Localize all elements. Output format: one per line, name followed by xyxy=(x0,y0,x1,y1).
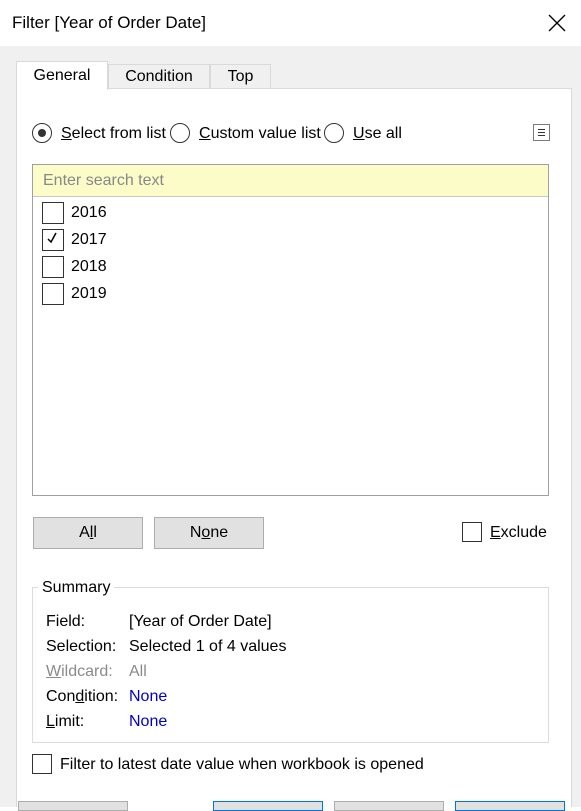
value-list[interactable]: 2016 2017 2018 2019 xyxy=(32,164,549,496)
exclude-checkbox[interactable] xyxy=(462,522,482,542)
mnemonic: E xyxy=(490,524,501,541)
window-title: Filter [Year of Order Date] xyxy=(12,13,207,32)
search-input[interactable] xyxy=(33,165,548,197)
exclude-label[interactable]: Exclude xyxy=(490,524,547,542)
mnemonic: S xyxy=(61,125,72,142)
select-all-button[interactable]: All xyxy=(33,517,143,549)
filter-latest-date-checkbox[interactable] xyxy=(32,754,52,774)
tab-general[interactable]: General xyxy=(16,61,108,90)
summary-field-value: [Year of Order Date] xyxy=(129,613,272,630)
summary-field-label: Field: xyxy=(46,613,86,630)
summary-condition-link[interactable]: None xyxy=(129,688,167,706)
list-item-2019[interactable]: 2019 xyxy=(42,281,342,305)
list-item-label: 2016 xyxy=(71,204,107,221)
tab-condition[interactable]: Condition xyxy=(108,64,210,89)
mnemonic: U xyxy=(353,125,365,142)
label-text: ition: xyxy=(84,688,119,705)
close-button[interactable] xyxy=(540,6,574,40)
summary-selection-value: Selected 1 of 4 values xyxy=(129,638,287,655)
mnemonic: o xyxy=(201,524,211,541)
mnemonic: d xyxy=(75,688,85,705)
list-options-menu-button[interactable] xyxy=(533,124,550,141)
checkbox-checked[interactable] xyxy=(42,229,64,251)
select-none-button[interactable]: None xyxy=(154,517,264,549)
list-item-label: 2018 xyxy=(71,258,107,275)
label-text: elect from list xyxy=(71,125,166,142)
summary-limit-label: Limit: xyxy=(46,713,84,731)
close-icon xyxy=(548,14,566,32)
label-text: ustom value list xyxy=(210,125,321,142)
dialog-button-1[interactable] xyxy=(18,801,128,811)
list-item-2018[interactable]: 2018 xyxy=(42,254,342,278)
btn-text: N xyxy=(189,524,202,541)
label-text: se all xyxy=(364,125,402,142)
label-text: ildcard: xyxy=(61,663,113,680)
label-text: imit: xyxy=(54,713,85,730)
summary-wildcard-value: All xyxy=(129,663,147,680)
summary-condition-label: Condition: xyxy=(46,688,118,706)
select-from-list-label[interactable]: Select from list xyxy=(61,125,166,143)
use-all-radio[interactable] xyxy=(324,123,344,143)
label-text: xclude xyxy=(500,524,547,541)
summary-selection-label: Selection: xyxy=(46,638,117,655)
checkmark-icon xyxy=(47,232,57,244)
checkbox[interactable] xyxy=(42,202,64,224)
custom-value-list-radio[interactable] xyxy=(170,123,190,143)
mnemonic: L xyxy=(46,713,55,730)
select-from-list-radio[interactable] xyxy=(32,123,52,143)
dialog-button-cancel[interactable] xyxy=(334,801,444,811)
label-text: Con xyxy=(46,688,76,705)
checkbox[interactable] xyxy=(42,256,64,278)
use-all-label[interactable]: Use all xyxy=(353,125,402,143)
summary-limit-link[interactable]: None xyxy=(129,713,167,731)
dialog-button-ok[interactable] xyxy=(213,801,323,811)
btn-text: A xyxy=(79,524,90,541)
summary-wildcard-label: Wildcard: xyxy=(46,663,113,681)
custom-value-list-label[interactable]: Custom value list xyxy=(199,125,321,143)
title-bar: Filter [Year of Order Date] xyxy=(0,0,581,46)
tab-top[interactable]: Top xyxy=(210,64,271,89)
summary-title: Summary xyxy=(38,579,115,597)
filter-latest-date-label[interactable]: Filter to latest date value when workboo… xyxy=(60,756,424,774)
checkbox[interactable] xyxy=(42,283,64,305)
btn-text: l xyxy=(93,524,97,541)
list-item-2017[interactable]: 2017 xyxy=(42,227,342,251)
list-item-label: 2019 xyxy=(71,285,107,302)
list-item-2016[interactable]: 2016 xyxy=(42,200,342,224)
mnemonic: C xyxy=(199,125,211,142)
btn-text: ne xyxy=(210,524,229,541)
list-item-label: 2017 xyxy=(71,231,107,248)
dialog-button-apply[interactable] xyxy=(455,801,565,811)
mnemonic: W xyxy=(46,663,62,680)
